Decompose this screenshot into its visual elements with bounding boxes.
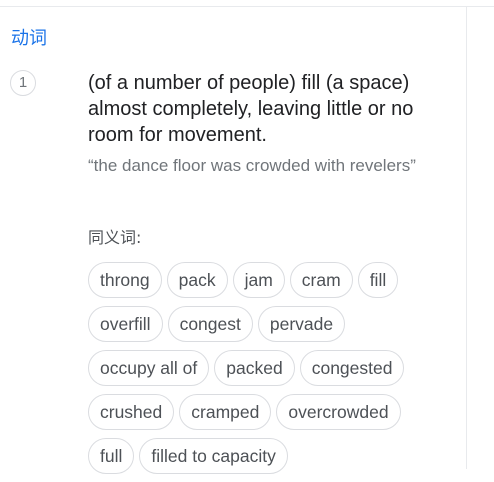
synonym-chip[interactable]: congest xyxy=(167,306,253,342)
synonym-chip[interactable]: packed xyxy=(214,350,295,386)
synonym-chip[interactable]: pervade xyxy=(257,306,346,342)
synonym-chip-list: throng pack jam cram fill overfill conge… xyxy=(88,262,448,482)
synonyms-label: 同义词: xyxy=(88,228,142,247)
definition-text: (of a number of people) fill (a space) a… xyxy=(88,72,414,146)
right-divider xyxy=(466,7,467,469)
synonym-chip-row: throng pack jam cram fill xyxy=(88,262,448,298)
part-of-speech-label: 动词 xyxy=(11,28,47,49)
synonym-chip[interactable]: crushed xyxy=(88,394,175,430)
synonym-chip[interactable]: throng xyxy=(88,262,162,298)
synonym-chip[interactable]: overcrowded xyxy=(276,394,401,430)
example-sentence: “the dance floor was crowded with revele… xyxy=(88,156,416,175)
synonym-chip[interactable]: jam xyxy=(232,262,285,298)
synonym-chip[interactable]: overfill xyxy=(88,306,163,342)
synonym-chip[interactable]: cram xyxy=(289,262,353,298)
sense-number-badge: 1 xyxy=(10,70,36,96)
synonym-chip[interactable]: cramped xyxy=(179,394,272,430)
synonym-chip[interactable]: pack xyxy=(166,262,228,298)
synonym-chip[interactable]: occupy all of xyxy=(88,350,210,386)
synonym-chip[interactable]: fill xyxy=(357,262,399,298)
top-divider xyxy=(0,6,494,7)
synonym-chip-row: overfill congest pervade xyxy=(88,306,448,342)
synonym-chip[interactable]: congested xyxy=(299,350,405,386)
synonym-chip-row: occupy all of packed congested xyxy=(88,350,448,386)
synonym-chip-row: crushed cramped overcrowded xyxy=(88,394,448,430)
